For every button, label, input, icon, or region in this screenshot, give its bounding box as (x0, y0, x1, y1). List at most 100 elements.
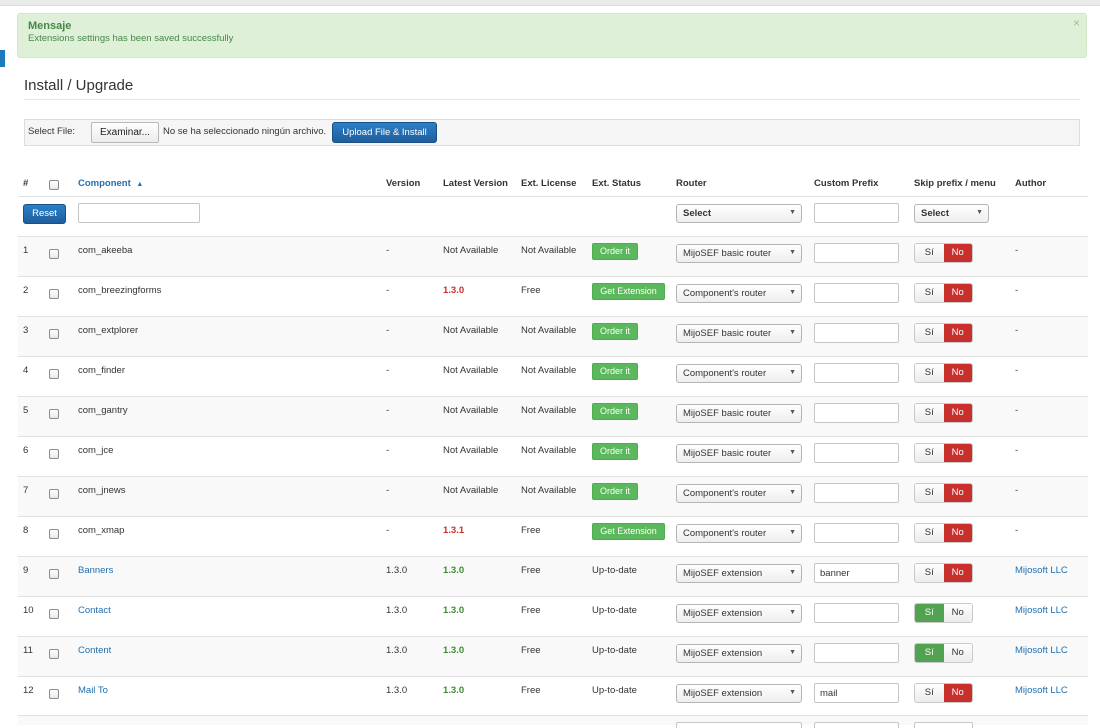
toggle-yes[interactable]: Sí (915, 324, 944, 342)
status-button[interactable]: Order it (592, 483, 638, 500)
toggle-no[interactable]: No (943, 644, 972, 662)
custom-prefix-input[interactable] (814, 363, 899, 383)
component-name[interactable]: com_breezingforms (78, 285, 161, 296)
toggle-no[interactable]: No (943, 564, 972, 582)
custom-prefix-input[interactable] (814, 643, 899, 663)
toggle-no[interactable]: No (943, 404, 972, 422)
toggle-yes[interactable]: Sí (915, 284, 944, 302)
select-all-checkbox[interactable] (49, 180, 59, 190)
custom-prefix-input[interactable]: banner (814, 563, 899, 583)
router-filter-select[interactable]: Select ▼ (676, 204, 802, 223)
toggle-no[interactable]: No (943, 444, 972, 462)
component-name[interactable]: com_xmap (78, 525, 124, 536)
skip-prefix-toggle[interactable]: Sí No (914, 323, 973, 343)
header-latest-version[interactable]: Latest Version (443, 178, 508, 189)
router-select[interactable]: MijoSEF extension ▼ (676, 604, 802, 623)
toggle-yes[interactable]: Sí (915, 244, 944, 262)
component-filter-input[interactable] (78, 203, 200, 223)
component-name[interactable]: com_jnews (78, 485, 126, 496)
custom-prefix-input[interactable] (814, 483, 899, 503)
status-button[interactable]: Get Extension (592, 523, 665, 540)
toggle-yes[interactable]: Sí (915, 404, 944, 422)
toggle-no[interactable]: No (943, 284, 972, 302)
router-select[interactable]: MijoSEF basic router ▼ (676, 244, 802, 263)
component-name[interactable]: com_finder (78, 365, 125, 376)
header-author[interactable]: Author (1015, 178, 1046, 189)
author-value[interactable]: Mijosoft LLC (1015, 605, 1068, 616)
row-checkbox[interactable] (49, 609, 59, 619)
custom-prefix-input[interactable] (814, 523, 899, 543)
toggle-yes[interactable]: Sí (915, 644, 944, 662)
status-button[interactable]: Order it (592, 363, 638, 380)
router-select[interactable]: Component's router ▼ (676, 484, 802, 503)
status-button[interactable]: Order it (592, 443, 638, 460)
author-value[interactable]: Mijosoft LLC (1015, 565, 1068, 576)
toggle-yes[interactable]: Sí (915, 444, 944, 462)
header-component[interactable]: Component ▲ (78, 178, 143, 189)
skip-prefix-toggle[interactable]: Sí No (914, 603, 973, 623)
author-value[interactable]: Mijosoft LLC (1015, 645, 1068, 656)
router-select[interactable]: Component's router ▼ (676, 524, 802, 543)
custom-prefix-input[interactable] (814, 243, 899, 263)
router-select[interactable]: MijoSEF extension ▼ (676, 644, 802, 663)
author-value[interactable]: Mijosoft LLC (1015, 685, 1068, 696)
skip-prefix-toggle[interactable]: Sí No (914, 403, 973, 423)
toggle-yes[interactable]: Sí (915, 564, 944, 582)
row-checkbox[interactable] (49, 409, 59, 419)
row-checkbox[interactable] (49, 449, 59, 459)
custom-prefix-input[interactable]: mail (814, 683, 899, 703)
row-checkbox[interactable] (49, 489, 59, 499)
router-select[interactable]: MijoSEF basic router ▼ (676, 324, 802, 343)
prefix-filter-input[interactable] (814, 203, 899, 223)
row-checkbox[interactable] (49, 329, 59, 339)
status-button[interactable]: Order it (592, 243, 638, 260)
skip-prefix-toggle[interactable]: Sí No (914, 563, 973, 583)
row-checkbox[interactable] (49, 689, 59, 699)
component-name[interactable]: com_akeeba (78, 245, 132, 256)
component-name[interactable]: com_extplorer (78, 325, 138, 336)
skip-prefix-toggle[interactable]: Sí No (914, 643, 973, 663)
custom-prefix-input[interactable] (814, 403, 899, 423)
header-status[interactable]: Ext. Status (592, 178, 641, 189)
toggle-yes[interactable]: Sí (915, 604, 944, 622)
custom-prefix-input[interactable] (814, 603, 899, 623)
header-skip-prefix[interactable]: Skip prefix / menu (914, 178, 996, 189)
row-checkbox[interactable] (49, 649, 59, 659)
component-name[interactable]: Banners (78, 565, 113, 576)
status-button[interactable]: Order it (592, 323, 638, 340)
skip-prefix-toggle[interactable]: Sí No (914, 443, 973, 463)
skip-prefix-toggle[interactable]: Sí No (914, 523, 973, 543)
skip-prefix-toggle[interactable]: Sí No (914, 243, 973, 263)
row-checkbox[interactable] (49, 369, 59, 379)
skip-prefix-toggle[interactable]: Sí No (914, 683, 973, 703)
skip-prefix-toggle[interactable]: Sí No (914, 363, 973, 383)
header-license[interactable]: Ext. License (521, 178, 576, 189)
toggle-no[interactable]: No (943, 324, 972, 342)
router-select[interactable]: MijoSEF extension ▼ (676, 564, 802, 583)
toggle-no[interactable]: No (943, 684, 972, 702)
toggle-no[interactable]: No (943, 244, 972, 262)
row-checkbox[interactable] (49, 249, 59, 259)
toggle-no[interactable]: No (943, 364, 972, 382)
router-select[interactable]: Component's router ▼ (676, 284, 802, 303)
upload-install-button[interactable]: Upload File & Install (332, 122, 437, 143)
custom-prefix-input[interactable] (814, 443, 899, 463)
toggle-yes[interactable]: Sí (915, 484, 944, 502)
status-button[interactable]: Get Extension (592, 283, 665, 300)
close-icon[interactable]: × (1073, 16, 1080, 30)
skip-prefix-toggle[interactable]: Sí No (914, 283, 973, 303)
component-name[interactable]: Content (78, 645, 111, 656)
router-select[interactable]: MijoSEF basic router ▼ (676, 444, 802, 463)
reset-button[interactable]: Reset (23, 204, 66, 224)
row-checkbox[interactable] (49, 529, 59, 539)
custom-prefix-input[interactable] (814, 323, 899, 343)
status-button[interactable]: Order it (592, 403, 638, 420)
component-name[interactable]: com_jce (78, 445, 113, 456)
router-select[interactable]: MijoSEF extension ▼ (676, 684, 802, 703)
header-version[interactable]: Version (386, 178, 420, 189)
toggle-yes[interactable]: Sí (915, 524, 944, 542)
component-name[interactable]: Mail To (78, 685, 108, 696)
header-custom-prefix[interactable]: Custom Prefix (814, 178, 878, 189)
toggle-yes[interactable]: Sí (915, 364, 944, 382)
row-checkbox[interactable] (49, 569, 59, 579)
